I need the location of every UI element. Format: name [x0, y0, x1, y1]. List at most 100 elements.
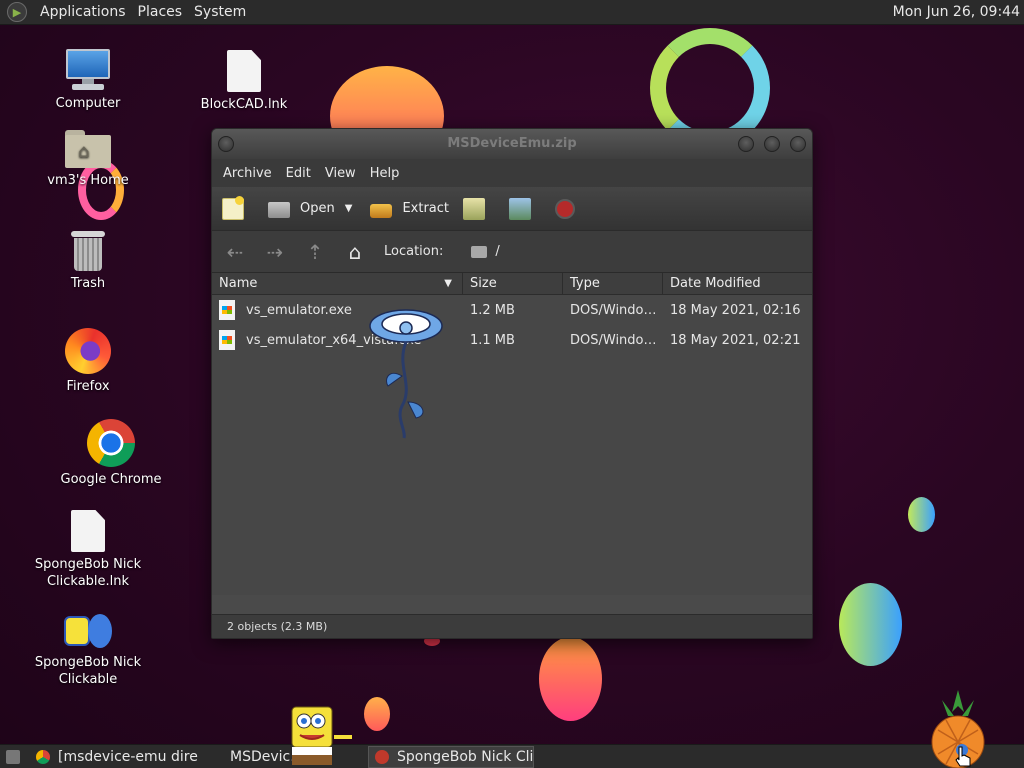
desktop-icon-label: SpongeBob Nick Clickable.lnk: [34, 557, 142, 589]
home-icon[interactable]: ⌂: [344, 240, 366, 264]
menu-archive[interactable]: Archive: [216, 166, 279, 181]
taskbar-item-label: SpongeBob Nick Cli…: [397, 748, 534, 765]
minimize-button[interactable]: [738, 136, 754, 152]
file-date: 18 May 2021, 02:16: [670, 302, 801, 318]
spongebob-icon: [64, 612, 112, 650]
file-size: 1.1 MB: [470, 332, 515, 348]
add-folder-icon: [509, 197, 531, 220]
archive-manager-window: MSDeviceEmu.zip Archive Edit View Help O…: [211, 128, 813, 639]
wallpaper-green-drop: [908, 497, 935, 532]
exe-file-icon: [219, 330, 235, 350]
app-icon: [375, 749, 389, 764]
chrome-icon: [36, 749, 50, 764]
folder-icon: [471, 245, 488, 258]
desktop-icon-trash[interactable]: Trash: [23, 231, 153, 292]
taskbar-item-label: [msdevice-emu dire…: [58, 748, 198, 765]
menu-help[interactable]: Help: [363, 166, 407, 181]
file-list-header: Name ▼ Size Type Date Modified: [212, 273, 812, 295]
window-toolbar: Open ▼ Extract: [212, 187, 812, 231]
trash-icon: [71, 231, 105, 271]
open-icon: [268, 202, 290, 218]
desktop-icon-chrome[interactable]: Google Chrome: [46, 419, 176, 488]
new-archive-icon: [222, 195, 244, 220]
desktop-icon-computer[interactable]: Computer: [23, 47, 153, 112]
column-header-size[interactable]: Size: [463, 273, 563, 294]
open-label: Open: [300, 201, 335, 216]
menu-applications[interactable]: Applications: [34, 4, 132, 20]
column-header-type[interactable]: Type: [563, 273, 663, 294]
sort-descending-icon: ▼: [444, 278, 452, 289]
desktop-icon-label: Firefox: [66, 379, 110, 394]
add-folder-button[interactable]: [509, 197, 541, 220]
desktop-icon-label: Trash: [70, 276, 106, 291]
wallpaper-green-ball: [839, 583, 902, 666]
desktop-icon-label: BlockCAD.lnk: [200, 97, 288, 112]
status-bar: 2 objects (2.3 MB): [212, 614, 812, 638]
file-date: 18 May 2021, 02:21: [670, 332, 801, 348]
file-type: DOS/Windo…: [570, 302, 657, 318]
desktop-icon-firefox[interactable]: Firefox: [23, 328, 153, 395]
location-bar: ⇠ ⇢ ⇡ ⌂ Location: /: [212, 231, 812, 273]
new-archive-button[interactable]: [222, 195, 254, 220]
desktop-icon-label: Computer: [55, 96, 121, 111]
add-files-button[interactable]: [463, 197, 495, 220]
up-arrow-icon[interactable]: ⇡: [304, 240, 326, 264]
window-titlebar[interactable]: MSDeviceEmu.zip: [212, 129, 812, 159]
file-size: 1.2 MB: [470, 302, 515, 318]
file-list: Name ▼ Size Type Date Modified vs_emulat…: [212, 273, 812, 595]
menu-view[interactable]: View: [318, 166, 363, 181]
desktop-icon-label: vm3's Home: [47, 173, 129, 188]
forward-arrow-icon[interactable]: ⇢: [264, 240, 286, 264]
location-path: /: [495, 244, 500, 259]
window-title: MSDeviceEmu.zip: [447, 136, 577, 151]
add-files-icon: [463, 197, 485, 220]
desktop-icon-spongebob-lnk[interactable]: SpongeBob Nick Clickable.lnk: [23, 510, 153, 590]
file-name: vs_emulator.exe: [246, 302, 352, 318]
back-arrow-icon[interactable]: ⇠: [224, 240, 246, 264]
window-menu-button[interactable]: [218, 136, 234, 152]
window-menubar: Archive Edit View Help: [212, 159, 812, 187]
exe-file-icon: [219, 300, 235, 320]
wallpaper-orange-ball: [539, 637, 602, 721]
table-row[interactable]: vs_emulator_x64_vista.exe 1.1 MB DOS/Win…: [212, 325, 812, 355]
desktop-icon-blockcad[interactable]: BlockCAD.lnk: [179, 50, 309, 113]
document-icon: [71, 510, 105, 552]
firefox-icon: [65, 328, 111, 374]
location-field[interactable]: /: [461, 238, 792, 265]
top-panel: ▶ Applications Places System Mon Jun 26,…: [0, 0, 1024, 25]
menu-system[interactable]: System: [188, 4, 252, 20]
document-icon: [227, 50, 261, 92]
flower-sprite: [369, 309, 443, 439]
extract-label: Extract: [402, 201, 449, 216]
home-folder-icon: ⌂: [65, 130, 111, 168]
show-desktop-icon: [6, 749, 20, 764]
desktop-icon-spongebob[interactable]: SpongeBob Nick Clickable: [23, 612, 153, 688]
file-type: DOS/Windo…: [570, 332, 657, 348]
taskbar-item-spongebob[interactable]: SpongeBob Nick Cli…: [368, 745, 534, 768]
chrome-icon: [87, 419, 135, 467]
location-label: Location:: [384, 244, 444, 259]
show-desktop-button[interactable]: [0, 746, 28, 768]
extract-icon: [370, 203, 393, 218]
desktop-icon-home[interactable]: ⌂ vm3's Home: [23, 130, 153, 189]
clock[interactable]: Mon Jun 26, 09:44: [893, 4, 1020, 20]
desktop-icon-label: Google Chrome: [60, 472, 162, 487]
menu-logo-icon[interactable]: ▶: [7, 2, 27, 22]
computer-icon: [64, 47, 112, 91]
open-dropdown-icon[interactable]: ▼: [345, 203, 353, 214]
spongebob-sprite: [291, 706, 352, 765]
maximize-button[interactable]: [764, 136, 780, 152]
menu-places[interactable]: Places: [132, 4, 189, 20]
column-header-date[interactable]: Date Modified: [663, 273, 812, 294]
close-button[interactable]: [790, 136, 806, 152]
table-row[interactable]: vs_emulator.exe 1.2 MB DOS/Windo… 18 May…: [212, 295, 812, 325]
hand-cursor-icon: [955, 746, 971, 767]
open-button[interactable]: Open: [268, 199, 335, 218]
taskbar-item-chrome[interactable]: [msdevice-emu dire…: [30, 746, 198, 768]
wallpaper-orange-small: [364, 697, 390, 731]
column-header-name[interactable]: Name ▼: [212, 273, 463, 294]
menu-edit[interactable]: Edit: [279, 166, 318, 181]
extract-button[interactable]: Extract: [370, 200, 449, 218]
taskbar: [msdevice-emu dire… MSDevic… SpongeBob N…: [0, 744, 1024, 768]
stop-button[interactable]: [555, 198, 575, 219]
